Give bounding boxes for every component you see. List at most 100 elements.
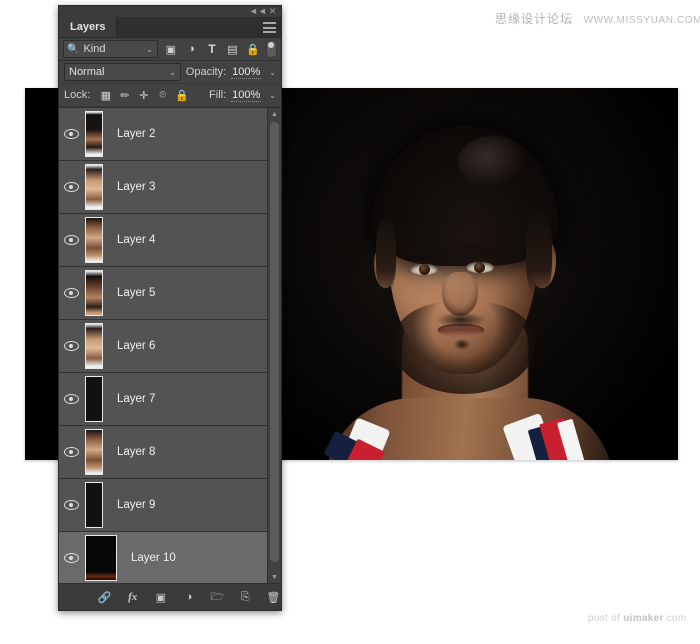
layer-name[interactable]: Layer 3 (117, 181, 155, 193)
scrollbar-track[interactable] (270, 120, 279, 571)
lock-image-pixels-icon[interactable]: ✏ (118, 89, 131, 102)
layer-thumbnail[interactable] (85, 429, 103, 475)
collapse-panel-icon[interactable]: ◄◄ (249, 6, 260, 16)
filter-enable-toggle[interactable] (266, 40, 277, 58)
scroll-down-arrow-icon[interactable]: ▼ (268, 571, 281, 583)
eye-icon (64, 288, 79, 298)
new-layer-button[interactable]: ⎘ (238, 589, 253, 605)
opacity-value[interactable]: 100% (231, 66, 261, 79)
eye-icon (64, 447, 79, 457)
layer-row[interactable]: Layer 5 (59, 267, 268, 320)
eye-icon (64, 553, 79, 563)
layer-style-fx-button[interactable]: fx (125, 589, 140, 605)
close-icon[interactable]: ✕ (267, 6, 278, 16)
chevron-down-icon[interactable]: ⌄ (169, 68, 176, 77)
layer-name[interactable]: Layer 5 (117, 287, 155, 299)
layer-list[interactable]: Layer 2 Layer 3 Layer 4 Layer 5 Layer 6 Layer… (59, 107, 281, 583)
layer-visibility-toggle[interactable] (59, 288, 83, 298)
filter-smart-object-icon[interactable]: 🔒 (245, 41, 261, 58)
sideburn-left (376, 218, 396, 292)
watermark-bottom-prefix: post of (588, 613, 623, 624)
filter-shape-icon[interactable]: ▤ (225, 41, 241, 58)
layer-visibility-toggle[interactable] (59, 182, 83, 192)
layer-row[interactable]: Layer 6 (59, 320, 268, 373)
panel-menu-icon[interactable] (263, 21, 276, 34)
fill-value[interactable]: 100% (231, 89, 261, 102)
eye-icon (64, 129, 79, 139)
layer-row[interactable]: Layer 3 (59, 161, 268, 214)
layers-panel: ◄◄ ✕ Layers 🔍 Kind ⌄ ▣ ◑ T ▤ 🔒 Normal ⌄ (58, 5, 282, 611)
layer-visibility-toggle[interactable] (59, 129, 83, 139)
iris-right (474, 262, 485, 273)
layer-row[interactable]: Layer 7 (59, 373, 268, 426)
layer-name[interactable]: Layer 2 (117, 128, 155, 140)
lock-position-icon[interactable]: ✛ (137, 89, 150, 102)
lock-label: Lock: (64, 89, 90, 101)
add-layer-mask-button[interactable]: ▣ (153, 589, 168, 605)
opacity-chevron-down-icon[interactable]: ⌄ (269, 68, 276, 77)
layer-name[interactable]: Layer 7 (117, 393, 155, 405)
blend-mode-value: Normal (69, 66, 104, 78)
panel-titlebar[interactable]: ◄◄ ✕ (59, 6, 281, 17)
layer-row[interactable]: Layer 4 (59, 214, 268, 267)
watermark-cn-text: 思缘设计论坛 (495, 12, 573, 26)
lock-all-icon[interactable]: 🔒 (175, 89, 188, 102)
eye-icon (64, 235, 79, 245)
layer-thumbnail[interactable] (85, 111, 103, 157)
chevron-down-icon[interactable]: ⌄ (146, 45, 153, 54)
filter-adjustment-icon[interactable]: ◑ (184, 41, 200, 58)
filter-row: 🔍 Kind ⌄ ▣ ◑ T ▤ 🔒 (59, 38, 281, 61)
layer-name[interactable]: Layer 10 (131, 552, 176, 564)
layer-thumbnail[interactable] (85, 323, 103, 369)
layer-row[interactable]: Layer 2 (59, 108, 268, 161)
layer-name[interactable]: Layer 6 (117, 340, 155, 352)
eye-icon (64, 182, 79, 192)
tab-layers[interactable]: Layers (59, 17, 117, 37)
layer-row[interactable]: Layer 10 (59, 532, 268, 583)
layer-thumbnail[interactable] (85, 482, 103, 528)
filter-kind-select[interactable]: 🔍 Kind ⌄ (63, 40, 158, 58)
new-group-button[interactable]: 🗁 (210, 589, 225, 605)
layer-thumbnail[interactable] (85, 217, 103, 263)
sideburn-right (526, 212, 552, 296)
layer-row[interactable]: Layer 8 (59, 426, 268, 479)
delete-layer-button[interactable]: 🗑 (266, 589, 281, 605)
lock-transparent-pixels-icon[interactable]: ▦ (99, 89, 112, 102)
filter-type-icon[interactable]: T (204, 41, 220, 58)
layer-name[interactable]: Layer 9 (117, 499, 155, 511)
blend-mode-select[interactable]: Normal ⌄ (64, 63, 181, 81)
iris-left (419, 264, 430, 275)
eye-icon (64, 394, 79, 404)
layer-name[interactable]: Layer 8 (117, 446, 155, 458)
layer-thumbnail[interactable] (85, 164, 103, 210)
lock-artboard-nesting-icon[interactable]: ⌾ (156, 89, 169, 102)
watermark-bottom-brand: uimaker (623, 613, 663, 624)
layer-thumbnail[interactable] (85, 270, 103, 316)
tabbar-empty-space (117, 17, 281, 37)
eye-icon (64, 500, 79, 510)
layer-row[interactable]: Layer 9 (59, 479, 268, 532)
link-layers-button[interactable]: 🔗 (97, 589, 112, 605)
lock-icon-group: ▦ ✏ ✛ ⌾ 🔒 (99, 89, 188, 102)
layer-visibility-toggle[interactable] (59, 341, 83, 351)
layer-visibility-toggle[interactable] (59, 235, 83, 245)
scroll-up-arrow-icon[interactable]: ▲ (268, 108, 281, 120)
new-adjustment-layer-button[interactable]: ◑ (181, 589, 196, 605)
layer-thumbnail[interactable] (85, 376, 103, 422)
layer-thumbnail[interactable] (85, 535, 117, 581)
scrollbar-thumb[interactable] (270, 122, 279, 562)
fill-chevron-down-icon[interactable]: ⌄ (269, 91, 276, 100)
opacity-label: Opacity: (186, 66, 226, 78)
eye-icon (64, 341, 79, 351)
blend-mode-row: Normal ⌄ Opacity: 100% ⌄ (59, 61, 281, 84)
layer-visibility-toggle[interactable] (59, 394, 83, 404)
layer-visibility-toggle[interactable] (59, 500, 83, 510)
layer-list-scrollbar[interactable]: ▲ ▼ (267, 108, 281, 583)
menu-line-2 (263, 27, 276, 29)
filter-pixel-icon[interactable]: ▣ (163, 41, 179, 58)
layer-visibility-toggle[interactable] (59, 447, 83, 457)
watermark-top: 思缘设计论坛 WWW.MISSYUAN.COM (495, 10, 700, 27)
layer-visibility-toggle[interactable] (59, 553, 83, 563)
layer-name[interactable]: Layer 4 (117, 234, 155, 246)
menu-line-3 (263, 31, 276, 33)
